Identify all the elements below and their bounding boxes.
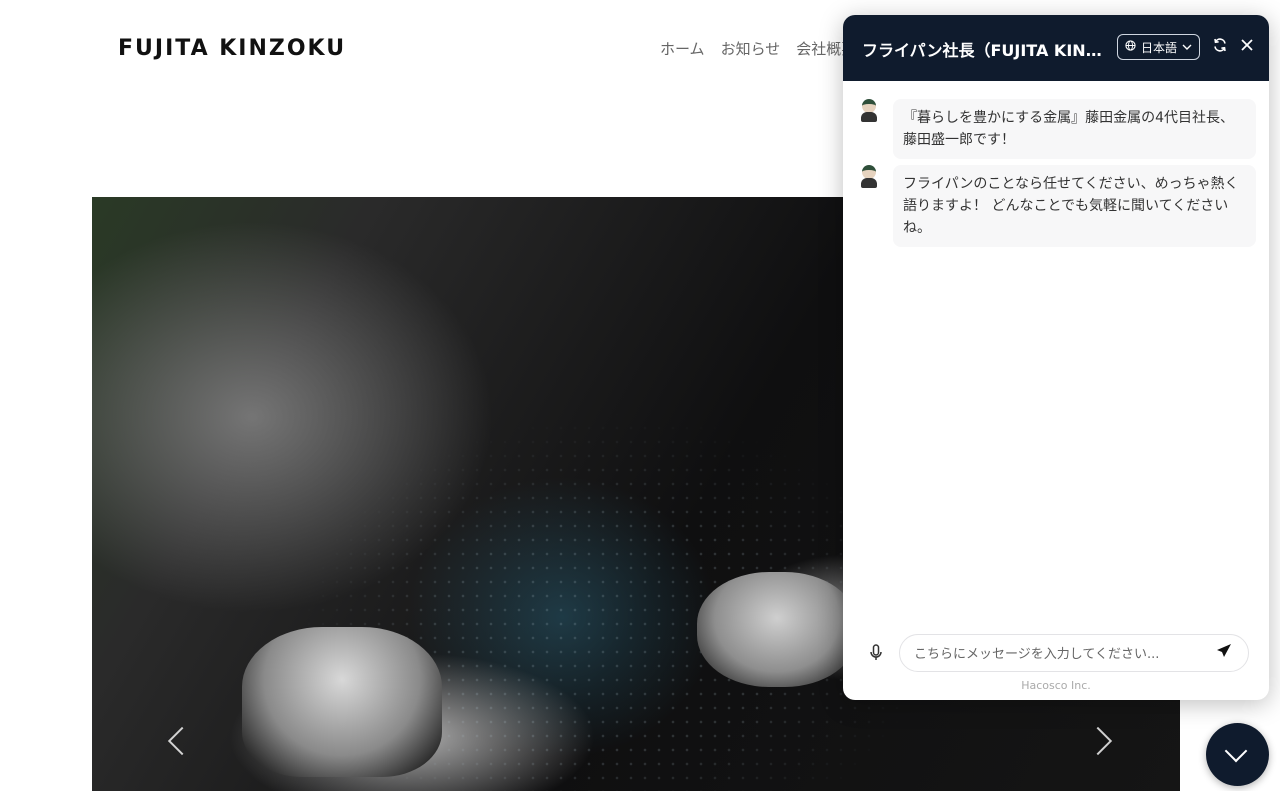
nav-item-news[interactable]: お知らせ: [721, 38, 781, 59]
chevron-down-icon: [1182, 40, 1192, 54]
nav-item-home[interactable]: ホーム: [660, 38, 705, 59]
avatar: [859, 99, 879, 123]
message-input-box: [899, 634, 1249, 672]
site-logo[interactable]: FUJITA KINZOKU: [118, 36, 346, 61]
globe-icon: [1125, 40, 1136, 54]
chat-header: フライパン社長（FUJITA KINZOKU） 日本語: [843, 15, 1269, 81]
chat-widget: フライパン社長（FUJITA KINZOKU） 日本語 『暮らしを豊かにする金属…: [843, 15, 1269, 700]
message-input[interactable]: [912, 643, 1206, 665]
send-icon[interactable]: [1216, 643, 1232, 663]
microphone-icon[interactable]: [869, 644, 883, 666]
bolt-left: [242, 627, 442, 777]
refresh-icon[interactable]: [1212, 37, 1228, 58]
message-bubble: 『暮らしを豊かにする金属』藤田金属の4代目社長、藤田盛一郎です！: [893, 99, 1256, 159]
bolt-right: [697, 572, 857, 687]
avatar: [859, 165, 879, 189]
chat-toggle-button[interactable]: [1206, 723, 1269, 786]
message-bubble: フライパンのことなら任せてください、めっちゃ熱く語りますよ！ どんなことでも気軽…: [893, 165, 1256, 247]
language-label: 日本語: [1140, 40, 1177, 55]
close-icon[interactable]: [1240, 37, 1254, 57]
chevron-down-icon: [1224, 739, 1248, 763]
chat-message: フライパンのことなら任せてください、めっちゃ熱く語りますよ！ どんなことでも気軽…: [859, 165, 1256, 247]
chat-message: 『暮らしを豊かにする金属』藤田金属の4代目社長、藤田盛一郎です！: [859, 99, 1256, 159]
powered-by: Hacosco Inc.: [1021, 679, 1091, 692]
chat-input-row: [843, 634, 1269, 674]
main-nav: ホーム お知らせ 会社概要: [660, 38, 856, 59]
language-select[interactable]: 日本語: [1117, 34, 1200, 60]
chat-title: フライパン社長（FUJITA KINZOKU）: [862, 41, 1102, 60]
